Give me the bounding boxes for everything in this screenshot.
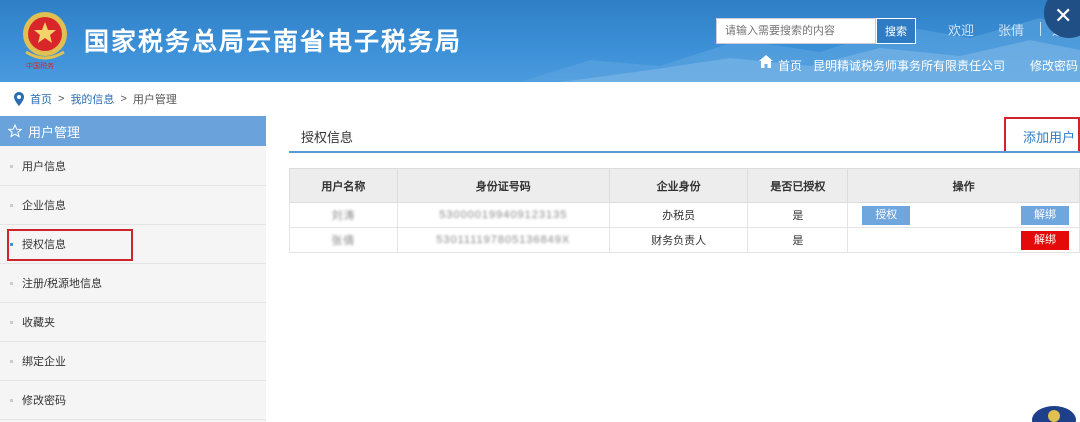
- authorized-cell: 是: [747, 227, 849, 253]
- authorization-table: 用户名称 身份证号码 企业身份 是否已授权 操作 刘涛 530000199409…: [289, 168, 1080, 253]
- bullet-icon: [10, 281, 13, 285]
- svg-text:中国税务: 中国税务: [26, 61, 54, 70]
- sidebar-item-company-info[interactable]: 企业信息: [0, 186, 266, 225]
- column-header: 身份证号码: [396, 168, 610, 203]
- breadcrumb-separator: >: [120, 93, 127, 105]
- operations-cell: 解绑: [847, 227, 1080, 253]
- divider: [1040, 22, 1041, 36]
- sidebar: 用户管理 用户信息 企业信息 授权信息 注册/税源地信息 收藏夹 绑定企业 修改…: [0, 116, 266, 422]
- change-password-link[interactable]: 修改密码: [1030, 57, 1078, 74]
- star-icon: [8, 124, 22, 138]
- unbind-button[interactable]: 解绑: [1021, 231, 1069, 250]
- authorize-button[interactable]: 授权: [862, 206, 911, 225]
- column-header: 企业身份: [608, 168, 749, 203]
- sidebar-item-change-password[interactable]: 修改密码: [0, 381, 266, 420]
- company-name: 昆明精诚税务师事务所有限责任公司: [813, 59, 1006, 73]
- home-icon[interactable]: [758, 54, 774, 69]
- authorized-cell: 是: [747, 202, 849, 228]
- column-header: 用户名称: [289, 168, 398, 203]
- sidebar-item-label: 用户信息: [22, 161, 66, 173]
- site-header: 中国税务 国家税务总局云南省电子税务局 搜索 欢迎 张倩 退出 ✕ 首页 昆明精…: [0, 0, 1080, 82]
- operations-cell: 授权 解绑: [847, 202, 1080, 228]
- id-number-cell: 530111197805136849X: [436, 234, 571, 246]
- sidebar-item-label: 修改密码: [22, 395, 66, 407]
- breadcrumb: 首页 > 我的信息 > 用户管理: [14, 91, 177, 107]
- sidebar-item-user-info[interactable]: 用户信息: [0, 147, 266, 186]
- highlight-box: [1004, 117, 1080, 153]
- sidebar-item-favorites[interactable]: 收藏夹: [0, 303, 266, 342]
- search-input[interactable]: [717, 19, 875, 43]
- sidebar-item-registration[interactable]: 注册/税源地信息: [0, 264, 266, 303]
- role-cell: 财务负责人: [608, 227, 749, 253]
- user-name-cell: 张倩: [331, 235, 356, 247]
- sidebar-item-label: 收藏夹: [22, 317, 55, 329]
- sidebar-item-label: 注册/税源地信息: [22, 278, 103, 290]
- sidebar-heading-label: 用户管理: [28, 124, 81, 140]
- column-header: 是否已授权: [747, 168, 849, 203]
- sidebar-item-label: 企业信息: [22, 200, 66, 212]
- table-row: 刘涛 530000199409123135 办税员 是 授权 解绑: [289, 202, 1080, 228]
- site-title: 国家税务总局云南省电子税务局: [84, 27, 463, 56]
- bullet-icon: [10, 164, 13, 168]
- username-link[interactable]: 张倩: [998, 20, 1024, 39]
- location-pin-icon: [14, 92, 24, 106]
- welcome-text: 欢迎: [948, 23, 975, 38]
- role-cell: 办税员: [608, 202, 749, 228]
- bullet-icon: [10, 203, 13, 207]
- sidebar-heading[interactable]: 用户管理: [0, 116, 266, 146]
- mascot-icon: [1032, 406, 1076, 422]
- nav-home-link[interactable]: 首页: [778, 57, 802, 74]
- table-header-row: 用户名称 身份证号码 企业身份 是否已授权 操作: [289, 168, 1080, 203]
- sidebar-item-bind-company[interactable]: 绑定企业: [0, 342, 266, 381]
- table-row: 张倩 530111197805136849X 财务负责人 是 解绑: [289, 227, 1080, 253]
- breadcrumb-my-info[interactable]: 我的信息: [70, 91, 114, 107]
- breadcrumb-home[interactable]: 首页: [30, 91, 52, 107]
- id-number-cell: 530000199409123135: [439, 209, 568, 221]
- search-input-wrapper[interactable]: [716, 18, 876, 44]
- bullet-icon: [10, 398, 13, 402]
- bullet-icon: [10, 359, 13, 363]
- user-name-cell: 刘涛: [331, 210, 356, 222]
- title-underline: [289, 151, 1080, 153]
- breadcrumb-separator: >: [58, 93, 65, 105]
- highlight-box: [7, 229, 133, 261]
- column-header: 操作: [847, 168, 1080, 203]
- bullet-icon: [10, 320, 13, 324]
- sidebar-item-label: 绑定企业: [22, 356, 66, 368]
- page-title: 授权信息: [301, 130, 354, 145]
- breadcrumb-current: 用户管理: [132, 94, 177, 106]
- tax-emblem-icon: 中国税务: [23, 12, 67, 70]
- unbind-button[interactable]: 解绑: [1021, 206, 1069, 225]
- search-button[interactable]: 搜索: [876, 18, 916, 44]
